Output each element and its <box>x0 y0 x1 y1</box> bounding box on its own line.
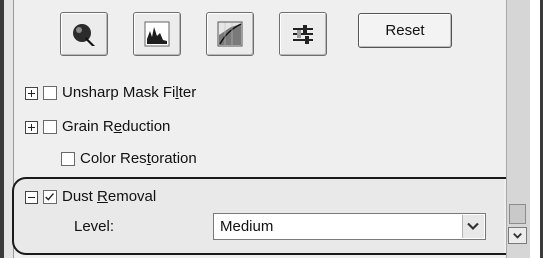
dust-removal-highlight-ring <box>12 177 527 255</box>
histogram-button[interactable] <box>133 12 181 56</box>
grain-reduction-checkbox[interactable] <box>43 120 57 134</box>
unsharp-mask-label[interactable]: Unsharp Mask Filter <box>62 84 196 101</box>
histogram-icon <box>144 21 170 47</box>
auto-exposure-icon <box>73 24 95 46</box>
stage: Reset Unsharp Mask Filter Grain Reductio… <box>0 0 543 258</box>
scrollbar-thumb[interactable] <box>509 204 526 224</box>
auto-exposure-button[interactable] <box>60 12 108 56</box>
color-restoration-label[interactable]: Color Restoration <box>80 150 197 167</box>
tone-curve-icon <box>217 21 243 47</box>
image-adjustment-button[interactable] <box>279 12 327 56</box>
unsharp-mask-checkbox[interactable] <box>43 86 57 100</box>
tone-correction-button[interactable] <box>206 12 254 56</box>
grain-reduction-label[interactable]: Grain Reduction <box>62 118 170 135</box>
color-restoration-checkbox[interactable] <box>61 152 75 166</box>
sliders-icon <box>293 25 313 44</box>
reset-button[interactable]: Reset <box>358 13 452 48</box>
scroll-down-button[interactable] <box>508 227 527 244</box>
unsharp-expand-icon[interactable] <box>25 87 38 100</box>
scroll-down-arrow-icon <box>513 232 522 239</box>
grain-expand-icon[interactable] <box>25 121 38 134</box>
